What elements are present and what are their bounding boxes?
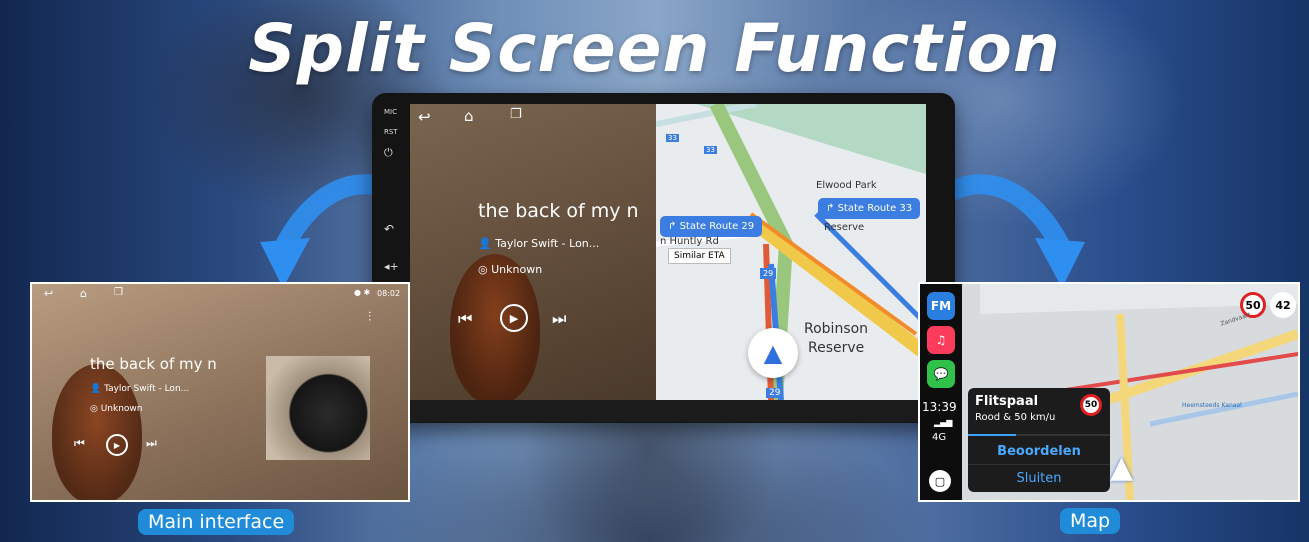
album-name: Unknown bbox=[100, 404, 143, 414]
recents-nav-icon[interactable]: ❐ bbox=[510, 107, 522, 122]
song-title: the back of my n bbox=[478, 200, 639, 222]
person-icon: 👤 bbox=[478, 237, 496, 250]
play-button[interactable]: ▶ bbox=[500, 304, 528, 332]
location-arrow-icon: ▲ bbox=[748, 328, 798, 378]
alert-speed-sign: 50 bbox=[1080, 394, 1102, 416]
disc-icon: ◎ bbox=[478, 263, 492, 276]
place-reserve: Reserve bbox=[808, 340, 865, 356]
main-interface-panel: ↩ ⌂ ❐ ● ✱ 08:02 ⫶ the back of my n 👤 Tay… bbox=[30, 282, 410, 502]
album-name: Unknown bbox=[491, 263, 543, 276]
music-pane: ↩ ⌂ ❐ the back of my n 👤 Taylor Swift - … bbox=[410, 104, 656, 400]
equalizer-icon[interactable]: ⫶ bbox=[368, 310, 371, 325]
play-button[interactable]: ▶ bbox=[106, 434, 128, 456]
map-pane: ↱ State Route 29 ↱ State Route 33 Simila… bbox=[656, 104, 926, 400]
road-name: n Huntly Rd bbox=[660, 236, 719, 247]
signal-bars-icon: ▂▄▆ bbox=[934, 418, 953, 427]
home-nav-icon[interactable]: ⌂ bbox=[80, 287, 87, 300]
artist-row: 👤 Taylor Swift - Lon... bbox=[90, 384, 189, 394]
artist-name: Taylor Swift - Lon... bbox=[104, 384, 190, 394]
clock: 13:39 bbox=[922, 400, 957, 414]
device-bottom-bar bbox=[410, 400, 926, 422]
album-row: ◎ Unknown bbox=[478, 263, 542, 276]
next-button[interactable]: ⏭ bbox=[146, 436, 157, 451]
shield-33-mid: 33 bbox=[704, 146, 717, 154]
progress-fill bbox=[968, 434, 1016, 436]
status-time: 08:02 bbox=[377, 289, 401, 298]
mic-label: MIC bbox=[384, 108, 397, 116]
eta-tag: Similar ETA bbox=[668, 248, 731, 264]
back-nav-icon[interactable]: ↩ bbox=[418, 108, 431, 126]
place-elwood: Elwood Park bbox=[816, 180, 877, 191]
home-nav-icon[interactable]: ⌂ bbox=[464, 107, 474, 125]
album-row: ◎ Unknown bbox=[90, 404, 143, 414]
main-interface-caption: Main interface bbox=[138, 509, 295, 535]
music-app-icon[interactable]: ♫ bbox=[927, 326, 955, 354]
network-type: 4G bbox=[932, 432, 947, 443]
next-button[interactable]: ⏭ bbox=[552, 309, 566, 329]
rate-button[interactable]: Beoordelen bbox=[968, 438, 1110, 465]
song-title: the back of my n bbox=[90, 355, 217, 373]
close-alert-button[interactable]: Sluiten bbox=[968, 466, 1110, 490]
artist-row: 👤 Taylor Swift - Lon... bbox=[478, 237, 599, 250]
volume-icon[interactable]: ◂+ bbox=[384, 260, 399, 273]
speed-camera-alert: Flitspaal Rood & 50 km/u 50 Beoordelen S… bbox=[968, 388, 1110, 492]
status-icons: ● ✱ bbox=[354, 288, 371, 297]
rst-button[interactable]: RST bbox=[384, 128, 398, 136]
shield-29: 29 bbox=[760, 268, 777, 279]
messages-app-icon[interactable]: 💬 bbox=[927, 360, 955, 388]
shield-33-top: 33 bbox=[666, 134, 679, 142]
prev-button[interactable]: ⏮ bbox=[458, 309, 472, 329]
current-speed: 42 bbox=[1270, 292, 1296, 318]
street-kanaal: Heemsteeds Kanaal bbox=[1182, 402, 1242, 409]
place-reserve-small: Reserve bbox=[824, 222, 865, 233]
map-panel: FM ♫ 💬 13:39 ▂▄▆ 4G ▢ 50 42 Zandvaart He… bbox=[918, 282, 1300, 502]
person-icon: 👤 bbox=[90, 384, 105, 394]
power-icon[interactable]: ⏻ bbox=[384, 146, 393, 160]
prev-button[interactable]: ⏮ bbox=[74, 436, 85, 451]
carplay-dock: FM ♫ 💬 13:39 ▂▄▆ 4G ▢ bbox=[920, 284, 962, 500]
disc-icon: ◎ bbox=[90, 404, 101, 414]
banner-title: Split Screen Function bbox=[248, 10, 1061, 87]
route-29-label: ↱ State Route 29 bbox=[660, 216, 763, 237]
artist-name: Taylor Swift - Lon... bbox=[495, 237, 600, 250]
alert-title: Flitspaal bbox=[975, 394, 1039, 409]
back-icon[interactable]: ↶ bbox=[384, 222, 394, 236]
fm-app-icon[interactable]: FM bbox=[927, 292, 955, 320]
place-robinson: Robinson bbox=[804, 321, 869, 337]
home-button-icon[interactable]: ▢ bbox=[929, 470, 951, 492]
alert-subtitle: Rood & 50 km/u bbox=[975, 412, 1056, 423]
album-art bbox=[266, 356, 370, 460]
recents-nav-icon[interactable]: ❐ bbox=[114, 287, 123, 298]
back-nav-icon[interactable]: ↩ bbox=[44, 287, 53, 300]
route-33-label: ↱ State Route 33 bbox=[818, 198, 921, 219]
map-caption: Map bbox=[1060, 508, 1121, 534]
shield-29-bottom: 29 bbox=[766, 388, 784, 398]
navigation-arrow-icon: ▲ bbox=[1110, 450, 1134, 485]
